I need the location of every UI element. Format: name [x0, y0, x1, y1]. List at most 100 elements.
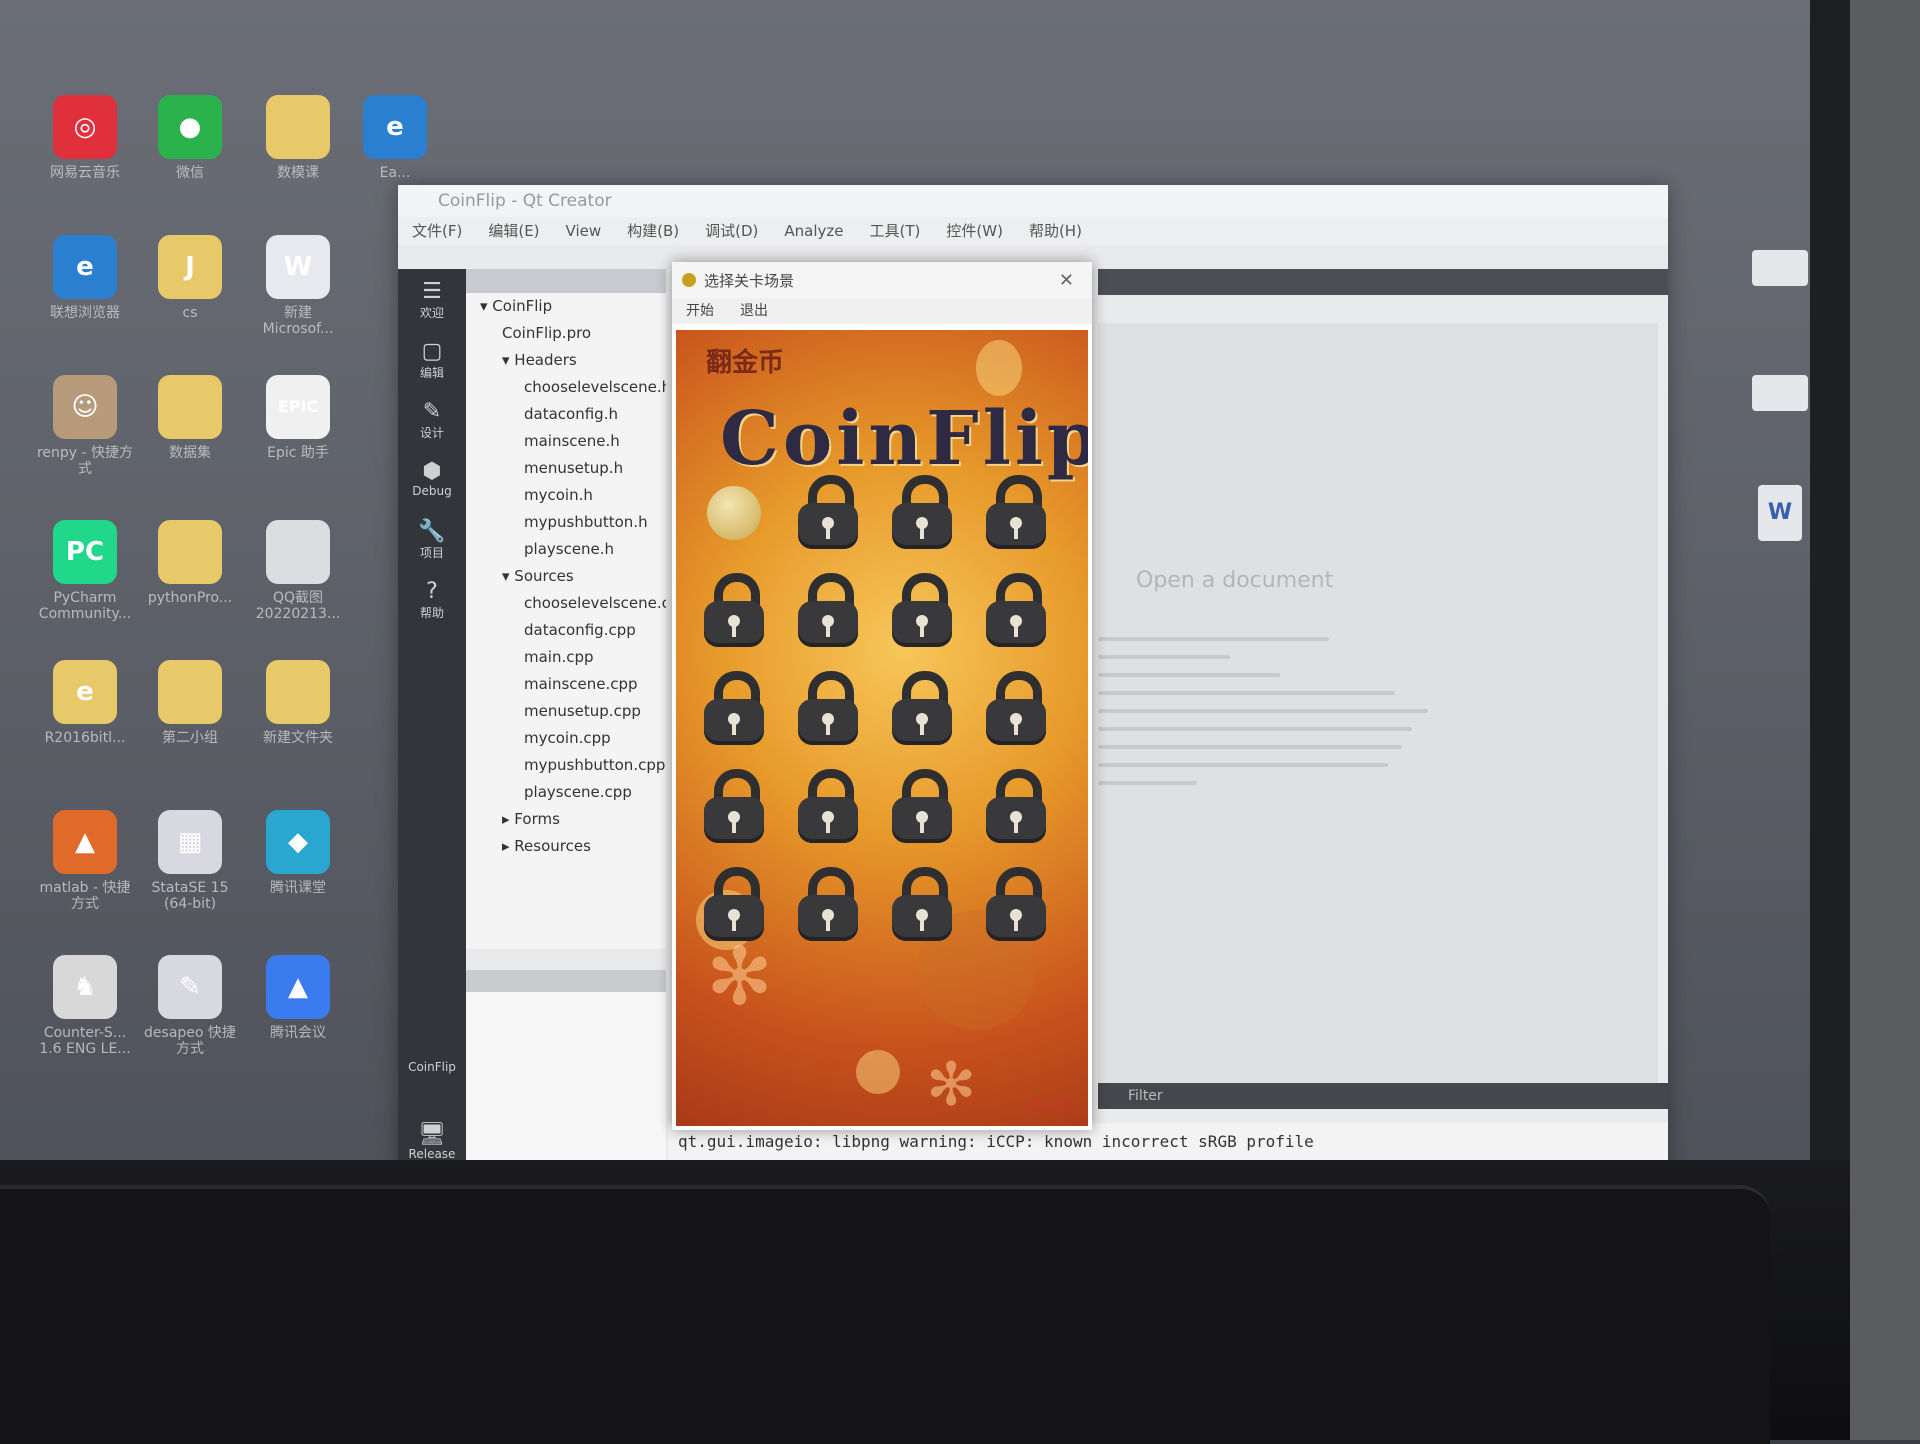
- qt-menu-item[interactable]: 工具(T): [870, 217, 921, 245]
- desktop-icon[interactable]: e R2016bitl...: [35, 660, 135, 746]
- project-tree-item[interactable]: mycoin.h: [466, 482, 666, 509]
- level-button-locked[interactable]: [886, 769, 958, 845]
- level-button-locked[interactable]: [980, 671, 1052, 747]
- qt-menu-item[interactable]: Analyze: [784, 217, 843, 245]
- level-button-locked[interactable]: [792, 475, 864, 551]
- level-button-locked[interactable]: [698, 867, 770, 943]
- project-tree-item[interactable]: CoinFlip.pro: [466, 320, 666, 347]
- desktop-icon[interactable]: pythonPro...: [140, 520, 240, 606]
- project-tree-item[interactable]: playscene.h: [466, 536, 666, 563]
- lock-icon-part: [826, 721, 830, 735]
- level-button-locked[interactable]: [792, 671, 864, 747]
- project-tree: ▾ CoinFlip CoinFlip.pro ▾ Headers chooselev…: [466, 269, 666, 949]
- qt-menu-item[interactable]: 编辑(E): [488, 217, 539, 245]
- project-tree-item[interactable]: ▾ CoinFlip: [466, 293, 666, 320]
- project-tree-item[interactable]: chooselevelscene.h: [466, 374, 666, 401]
- project-tree-item[interactable]: mainscene.cpp: [466, 671, 666, 698]
- project-tree-item[interactable]: mainscene.h: [466, 428, 666, 455]
- level-button-locked[interactable]: [886, 573, 958, 649]
- project-tree-item[interactable]: playscene.cpp: [466, 779, 666, 806]
- app-icon: ▲: [53, 810, 117, 874]
- level-button-locked[interactable]: [886, 671, 958, 747]
- desktop-icon[interactable]: 新建文件夹: [248, 660, 348, 746]
- qt-menu-item[interactable]: 文件(F): [412, 217, 462, 245]
- qt-menu-item[interactable]: 构建(B): [627, 217, 679, 245]
- desktop-icon[interactable]: 第二小组: [140, 660, 240, 746]
- level-button-locked[interactable]: [980, 867, 1052, 943]
- qt-menu-item[interactable]: View: [566, 217, 602, 245]
- editor-area: Open a document: [1098, 323, 1658, 1083]
- desktop-icon[interactable]: ☺ renpy - 快捷方式: [35, 375, 135, 477]
- desktop-icon[interactable]: ▲ matlab - 快捷方式: [35, 810, 135, 912]
- project-tree-item[interactable]: ▾ Headers: [466, 347, 666, 374]
- desktop-icon[interactable]: PC PyCharm Community...: [35, 520, 135, 622]
- desktop-icon[interactable]: ● 微信: [140, 95, 240, 181]
- level-select-scene: ✻ ✻ 翻金币 CoinFlip Back: [676, 330, 1088, 1126]
- desktop-icon-label: renpy - 快捷方式: [36, 445, 134, 477]
- desktop-file-right-1[interactable]: [1740, 250, 1820, 292]
- level-button-locked[interactable]: [886, 867, 958, 943]
- mode-label: Debug: [412, 484, 452, 498]
- desktop-icon[interactable]: QQ截图 20220213...: [248, 520, 348, 622]
- project-tree-item[interactable]: ▸ Forms: [466, 806, 666, 833]
- game-menu-item[interactable]: 开始: [686, 298, 714, 324]
- level-button-locked[interactable]: [698, 573, 770, 649]
- lock-icon-part: [1014, 819, 1018, 833]
- game-menu-item[interactable]: 退出: [740, 298, 768, 324]
- desktop-file-right-2[interactable]: [1740, 375, 1820, 417]
- project-tree-item[interactable]: mycoin.cpp: [466, 725, 666, 752]
- project-tree-item[interactable]: mypushbutton.h: [466, 509, 666, 536]
- mode-button[interactable]: ⬢ Debug: [398, 449, 466, 509]
- kit-project-label[interactable]: CoinFlip: [398, 1050, 466, 1110]
- mode-button[interactable]: ▢ 编辑: [398, 329, 466, 389]
- desktop-icon[interactable]: e 联想浏览器: [35, 235, 135, 321]
- level-button-locked[interactable]: [980, 769, 1052, 845]
- game-subtitle: 翻金币: [706, 348, 785, 378]
- mode-button[interactable]: ? 帮助: [398, 569, 466, 629]
- close-icon[interactable]: ✕: [1059, 270, 1074, 291]
- mode-button[interactable]: ☰ 欢迎: [398, 269, 466, 329]
- project-tree-item[interactable]: menusetup.h: [466, 455, 666, 482]
- desktop-icon[interactable]: EPIC Epic 助手: [248, 375, 348, 461]
- level-button-locked[interactable]: [698, 769, 770, 845]
- mode-button[interactable]: 🔧 项目: [398, 509, 466, 569]
- desktop-icon[interactable]: Jcs: [140, 235, 240, 321]
- choose-level-window: 选择关卡场景 ✕ 开始 退出 ✻ ✻ 翻金币 CoinFlip Back: [672, 262, 1092, 1130]
- desktop-icon[interactable]: ✎ desapeo 快捷方式: [140, 955, 240, 1057]
- desktop-icon[interactable]: ▦ StataSE 15 (64-bit): [140, 810, 240, 912]
- desktop-file-right-3[interactable]: W: [1740, 485, 1820, 547]
- level-button-locked[interactable]: [980, 573, 1052, 649]
- desktop-icon[interactable]: W 新建 Microsof...: [248, 235, 348, 337]
- desktop-icon-label: PyCharm Community...: [38, 590, 132, 622]
- project-tree-item[interactable]: ▸ Resources: [466, 833, 666, 860]
- level-button-locked[interactable]: [792, 867, 864, 943]
- level-button-locked[interactable]: [886, 475, 958, 551]
- mode-button[interactable]: ✎ 设计: [398, 389, 466, 449]
- project-tree-item[interactable]: chooselevelscene.cpp: [466, 590, 666, 617]
- level-button-unlocked[interactable]: [698, 475, 770, 551]
- desktop-icon[interactable]: 数据集: [140, 375, 240, 461]
- project-tree-item[interactable]: dataconfig.cpp: [466, 617, 666, 644]
- desktop-icon[interactable]: ♞ Counter-S... 1.6 ENG LE...: [35, 955, 135, 1057]
- desktop-icon-label: 新建 Microsof...: [262, 305, 334, 337]
- level-button-locked[interactable]: [980, 475, 1052, 551]
- qt-menu-item[interactable]: 帮助(H): [1029, 217, 1082, 245]
- project-tree-item[interactable]: mypushbutton.cpp: [466, 752, 666, 779]
- qt-menu-item[interactable]: 控件(W): [946, 217, 1003, 245]
- project-tree-item[interactable]: main.cpp: [466, 644, 666, 671]
- back-button[interactable]: Back: [1031, 1095, 1070, 1114]
- level-button-locked[interactable]: [792, 769, 864, 845]
- level-button-locked[interactable]: [792, 573, 864, 649]
- qt-title-bar: CoinFlip - Qt Creator: [398, 185, 1668, 217]
- project-tree-item[interactable]: menusetup.cpp: [466, 698, 666, 725]
- filter-input[interactable]: Filter: [1098, 1083, 1668, 1109]
- project-tree-item[interactable]: ▾ Sources: [466, 563, 666, 590]
- desktop-icon[interactable]: e Ea...: [345, 95, 445, 181]
- project-tree-item[interactable]: dataconfig.h: [466, 401, 666, 428]
- desktop-icon[interactable]: 数模课: [248, 95, 348, 181]
- desktop-icon[interactable]: ▲ 腾讯会议: [248, 955, 348, 1041]
- desktop-icon[interactable]: ◎ 网易云音乐: [35, 95, 135, 181]
- level-button-locked[interactable]: [698, 671, 770, 747]
- desktop-icon[interactable]: ◆ 腾讯课堂: [248, 810, 348, 896]
- qt-menu-item[interactable]: 调试(D): [705, 217, 758, 245]
